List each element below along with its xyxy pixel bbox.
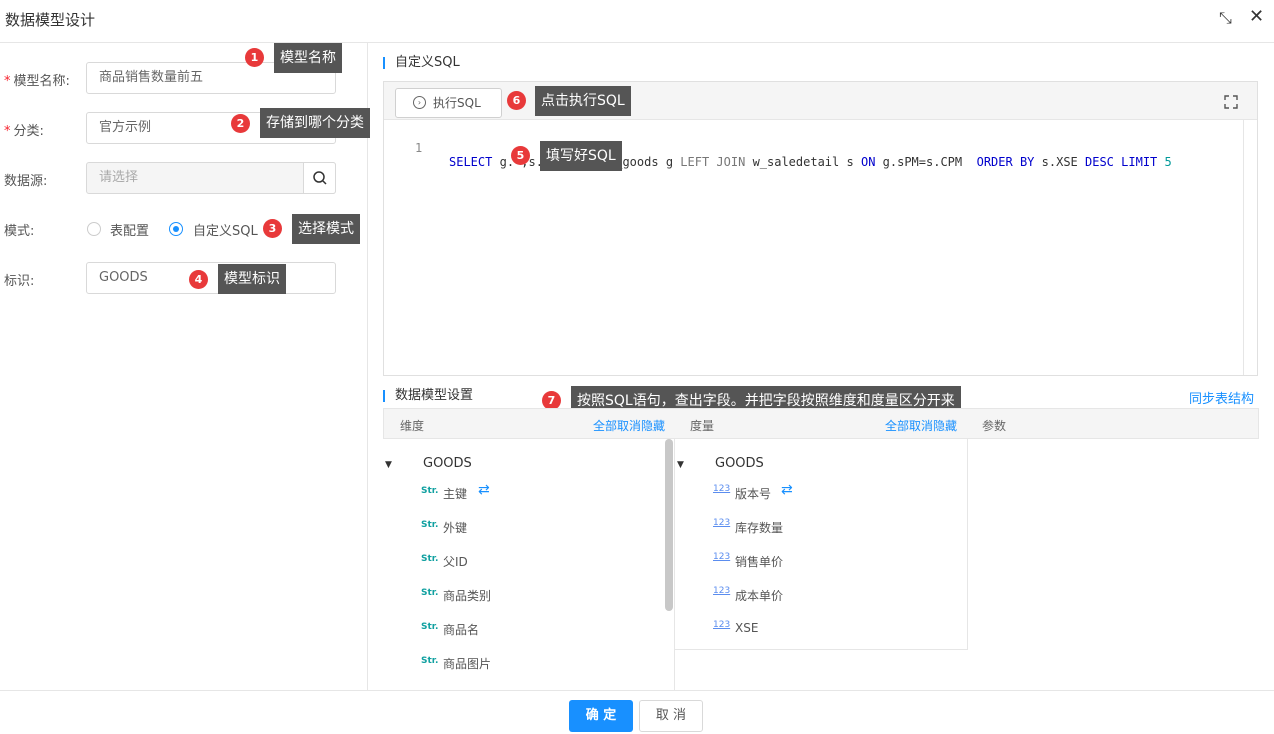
identifier-input[interactable]: GOODS [86, 262, 336, 294]
mode-label: 模式: [4, 224, 35, 239]
execute-sql-label: 执行SQL [433, 96, 481, 110]
annotation-badge-3: 3 [263, 219, 282, 238]
fullscreen-icon[interactable] [1224, 95, 1238, 109]
measure-field[interactable]: 成本单价 [735, 587, 783, 604]
dimension-unhide-all[interactable]: 全部取消隐藏 [593, 417, 665, 434]
annotation-badge-5: 5 [511, 146, 530, 165]
dialog-footer: 确 定 取 消 [0, 690, 1274, 734]
string-type-icon: Str. [421, 520, 439, 530]
window-titlebar: 数据模型设计 ⤡ ✕ [0, 0, 1274, 43]
swap-icon[interactable]: ⇄ [781, 482, 793, 498]
number-type-icon: 123 [713, 552, 731, 562]
execute-sql-button[interactable]: › 执行SQL [395, 88, 502, 118]
swap-icon[interactable]: ⇄ [478, 482, 490, 498]
mode-sql-label[interactable]: 自定义SQL [193, 220, 258, 239]
string-type-icon: Str. [421, 486, 439, 496]
datasource-label: 数据源: [4, 174, 48, 189]
sql-editor[interactable]: › 执行SQL 1 SELECT g.*,s.XSE FROM w_goods … [383, 81, 1258, 376]
dimension-header: 维度 [400, 419, 425, 433]
param-header: 参数 [982, 419, 1007, 433]
dimension-field[interactable]: 商品图片 [443, 655, 491, 672]
annotation-badge-2: 2 [231, 114, 250, 133]
dimension-root[interactable]: GOODS [423, 456, 472, 471]
dimension-field[interactable]: 外键 [443, 519, 467, 536]
measure-field[interactable]: 版本号 [735, 485, 771, 502]
model-name-label: * 模型名称: [4, 74, 70, 89]
editor-vertical-scrollbar[interactable] [1243, 120, 1257, 375]
measure-header: 度量 [690, 419, 715, 433]
measure-field[interactable]: 销售单价 [735, 553, 783, 570]
measure-unhide-all[interactable]: 全部取消隐藏 [885, 417, 957, 434]
model-settings-title: 数据模型设置 [383, 389, 473, 402]
measure-panel: ▼ GOODS 123 版本号 ⇄ 123 库存数量 123 销售单价 123 成本单价 123 X… [675, 439, 968, 650]
dimension-expand-icon[interactable]: ▼ [385, 460, 392, 470]
string-type-icon: Str. [421, 656, 439, 666]
annotation-tip-3: 选择模式 [292, 214, 360, 244]
datasource-search-button[interactable] [303, 162, 336, 194]
form-panel: * 模型名称: 商品销售数量前五 * 分类: 官方示例 数据源: 请选择 模式: 表… [0, 43, 368, 690]
confirm-button[interactable]: 确 定 [569, 700, 633, 732]
string-type-icon: Str. [421, 554, 439, 564]
dimension-field[interactable]: 商品类别 [443, 587, 491, 604]
annotation-badge-1: 1 [245, 48, 264, 67]
sync-structure-link[interactable]: 同步表结构 [1189, 388, 1254, 407]
annotation-tip-2: 存储到哪个分类 [260, 108, 370, 138]
search-icon [313, 171, 327, 185]
annotation-tip-5: 填写好SQL [540, 141, 622, 171]
dimension-field[interactable]: 商品名 [443, 621, 479, 638]
play-icon: › [413, 96, 426, 109]
category-label: * 分类: [4, 124, 44, 139]
cancel-button[interactable]: 取 消 [639, 700, 703, 732]
annotation-tip-6: 点击执行SQL [535, 86, 631, 116]
close-icon[interactable]: ✕ [1249, 6, 1264, 27]
dimension-field[interactable]: 父ID [443, 553, 468, 570]
custom-sql-section-title: 自定义SQL [383, 56, 460, 69]
dimension-scrollbar[interactable] [665, 439, 673, 611]
dimension-panel: ▼ GOODS Str. 主键 ⇄ Str. 外键 Str. 父ID Str. 商品类别 Str.… [383, 439, 675, 690]
model-grid-header: 维度 全部取消隐藏 度量 全部取消隐藏 参数 [383, 408, 1259, 439]
number-type-icon: 123 [713, 586, 731, 596]
string-type-icon: Str. [421, 622, 439, 632]
line-number: 1 [415, 141, 423, 155]
measure-root[interactable]: GOODS [715, 456, 764, 471]
number-type-icon: 123 [713, 484, 731, 494]
annotation-badge-6: 6 [507, 91, 526, 110]
string-type-icon: Str. [421, 588, 439, 598]
mode-table-label[interactable]: 表配置 [110, 220, 149, 239]
minimize-icon[interactable]: ⤡ [1219, 8, 1232, 28]
measure-field[interactable]: XSE [735, 621, 758, 635]
annotation-tip-4: 模型标识 [218, 264, 286, 294]
window-title: 数据模型设计 [5, 11, 96, 29]
annotation-tip-1: 模型名称 [274, 43, 342, 73]
measure-expand-icon[interactable]: ▼ [677, 460, 684, 470]
annotation-badge-4: 4 [189, 270, 208, 289]
mode-table-radio[interactable] [87, 222, 101, 236]
measure-field[interactable]: 库存数量 [735, 519, 783, 536]
dimension-field[interactable]: 主键 [443, 485, 467, 502]
number-type-icon: 123 [713, 518, 731, 528]
datasource-input[interactable]: 请选择 [86, 162, 336, 194]
number-type-icon: 123 [713, 620, 731, 630]
identifier-label: 标识: [4, 274, 35, 289]
mode-sql-radio[interactable] [169, 222, 183, 236]
